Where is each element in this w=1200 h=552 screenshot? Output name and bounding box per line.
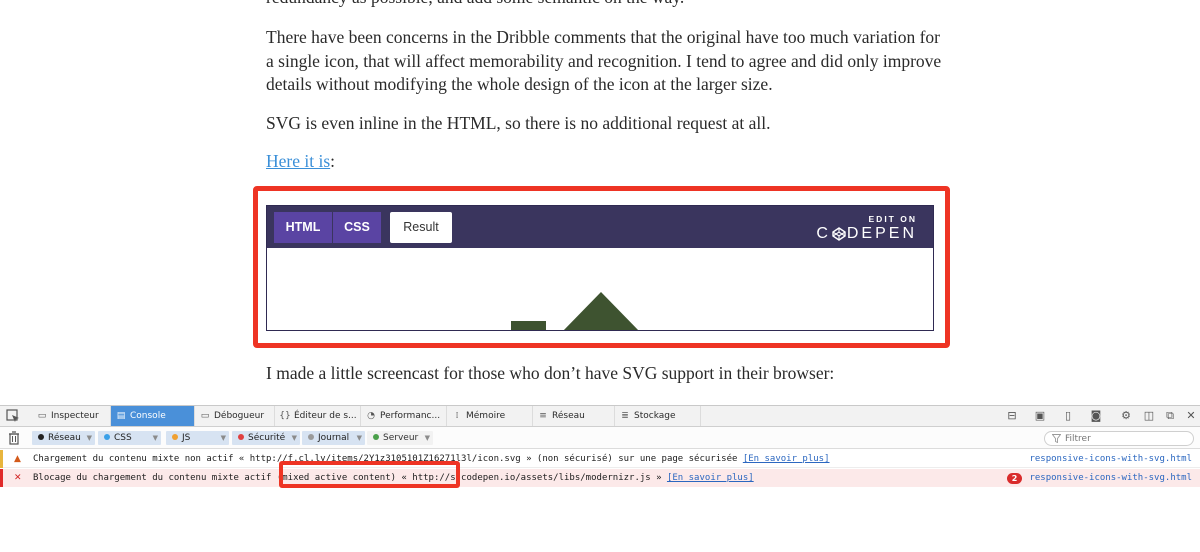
- element-picker-icon[interactable]: [6, 409, 20, 423]
- message-source-link[interactable]: responsive-icons-with-svg.html: [1029, 469, 1192, 487]
- filter-css[interactable]: CSS ▼: [98, 431, 161, 445]
- filter-funnel-icon: [1052, 434, 1061, 443]
- filter-dot: [308, 434, 314, 440]
- responsive-mode-icon[interactable]: ▯: [1061, 409, 1075, 423]
- chevron-down-icon: ▼: [152, 434, 158, 442]
- chevron-down-icon: ▼: [356, 434, 362, 442]
- tab-label: Console: [130, 411, 166, 421]
- filter-label: JS: [182, 433, 191, 443]
- separate-window-icon[interactable]: ⧉: [1163, 409, 1177, 423]
- filter-label: Sécurité: [248, 433, 286, 443]
- chevron-down-icon: ▼: [424, 434, 430, 442]
- split-console-icon[interactable]: ⊟: [1005, 409, 1019, 423]
- tab-stockage[interactable]: ≣ Stockage: [615, 406, 701, 426]
- devtools-panel: ▭ Inspecteur ▤ Console ▭ Débogueur {} Éditeu…: [0, 405, 1200, 552]
- braces-icon: {}: [279, 411, 291, 421]
- paragraph-line: a single icon, that will affect memorabi…: [266, 50, 942, 71]
- tab-label: Inspecteur: [51, 411, 99, 421]
- paragraph-line: details without modifying the whole desi…: [266, 74, 773, 94]
- warning-icon: ▲: [14, 454, 21, 464]
- filter-label: Réseau: [48, 433, 81, 443]
- screenshot-icon[interactable]: ◙: [1089, 409, 1103, 423]
- error-icon: ✕: [14, 473, 22, 483]
- console-icon: ▤: [116, 411, 126, 421]
- filter-label: CSS: [114, 433, 132, 443]
- tab-label: Débogueur: [214, 411, 265, 421]
- filter-dot: [238, 434, 244, 440]
- chevron-down-icon: ▼: [291, 434, 297, 442]
- inspector-icon: ▭: [37, 411, 47, 421]
- paragraph-screencast: I made a little screencast for those who…: [266, 363, 835, 383]
- tab-label: Éditeur de s...: [294, 411, 357, 421]
- debugger-icon: ▭: [200, 411, 210, 421]
- here-it-is-link[interactable]: Here it is: [266, 151, 330, 171]
- tab-inspecteur[interactable]: ▭ Inspecteur: [32, 406, 111, 426]
- gauge-icon: ◔: [367, 411, 375, 421]
- network-icon: ≡: [539, 411, 547, 421]
- storage-icon: ≣: [621, 411, 629, 421]
- chevron-down-icon: ▼: [86, 434, 92, 442]
- close-icon[interactable]: ✕: [1184, 409, 1198, 423]
- tab-label: Réseau: [552, 411, 585, 421]
- dock-side-icon[interactable]: ◫: [1142, 409, 1156, 423]
- message-source-link[interactable]: responsive-icons-with-svg.html: [1029, 450, 1192, 468]
- filter-label: Serveur: [383, 433, 419, 443]
- devtools-toolbar: ▭ Inspecteur ▤ Console ▭ Débogueur {} Éditeu…: [0, 406, 1200, 427]
- tab-memoire[interactable]: ⁞ Mémoire: [447, 406, 533, 426]
- filter-js[interactable]: JS ▼: [166, 431, 229, 445]
- filter-serveur[interactable]: Serveur ▼: [367, 431, 433, 445]
- tab-label: Performanc...: [380, 411, 441, 421]
- chevron-down-icon: ▼: [220, 434, 226, 442]
- tab-console[interactable]: ▤ Console: [111, 406, 195, 426]
- filter-securite[interactable]: Sécurité ▼: [232, 431, 300, 445]
- highlight-box-embed: [253, 186, 950, 348]
- filter-dot: [38, 434, 44, 440]
- filter-dot: [373, 434, 379, 440]
- filter-reseau[interactable]: Réseau ▼: [32, 431, 95, 445]
- highlight-box-mixed-content: [279, 461, 460, 488]
- memory-icon: ⁞: [455, 411, 459, 421]
- console-filter-bar: Réseau ▼ CSS ▼ JS ▼ Sécurité ▼ Journal ▼ Serv…: [0, 427, 1200, 449]
- warning-stripe: [0, 450, 3, 468]
- console-message-error: ✕ Blocage du chargement du contenu mixte…: [0, 469, 1200, 487]
- learn-more-link[interactable]: [En savoir plus]: [743, 454, 830, 464]
- here-suffix: :: [330, 151, 336, 171]
- repeat-count-badge: 2: [1007, 473, 1022, 484]
- tab-reseau[interactable]: ≡ Réseau: [533, 406, 615, 426]
- console-message-warning: ▲ Chargement du contenu mixte non actif …: [0, 450, 1200, 468]
- tab-label: Mémoire: [466, 411, 506, 421]
- filter-dot: [104, 434, 110, 440]
- tab-editeur-de-style[interactable]: {} Éditeur de s...: [275, 406, 361, 426]
- paragraph-concerns: There have been concerns in the Dribble …: [266, 26, 946, 97]
- tab-debogueur[interactable]: ▭ Débogueur: [195, 406, 275, 426]
- filter-journal[interactable]: Journal ▼: [302, 431, 365, 445]
- clear-console-trash-icon[interactable]: [8, 431, 20, 445]
- tab-label: Stockage: [634, 411, 676, 421]
- settings-gear-icon[interactable]: ⚙: [1119, 409, 1133, 423]
- filter-label: Journal: [318, 433, 350, 443]
- learn-more-link[interactable]: [En savoir plus]: [667, 473, 754, 483]
- paragraph-intro: redundancy as possible, and add some sem…: [266, 0, 946, 10]
- tab-performances[interactable]: ◔ Performanc...: [361, 406, 447, 426]
- paragraph-svg-inline: SVG is even inline in the HTML, so there…: [266, 113, 771, 133]
- console-filter-input[interactable]: [1044, 431, 1194, 446]
- filter-dot: [172, 434, 178, 440]
- scratchpad-icon[interactable]: ▣: [1033, 409, 1047, 423]
- paragraph-here: Here it is:: [266, 150, 946, 174]
- paragraph-line: There have been concerns in the Dribble …: [266, 27, 940, 47]
